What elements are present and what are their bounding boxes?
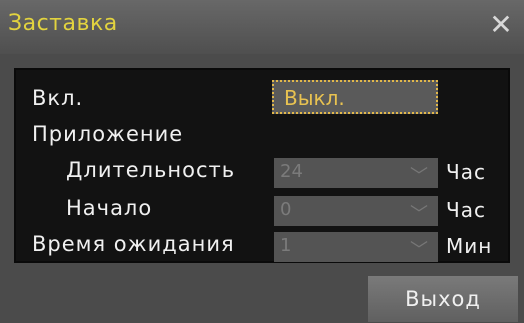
start-label: Начало xyxy=(66,196,153,220)
chevron-down-icon: ﹀ xyxy=(410,204,428,225)
application-label: Приложение xyxy=(32,122,184,146)
duration-unit: Час xyxy=(446,160,486,184)
timeout-label: Время ожидания xyxy=(32,232,235,256)
duration-dropdown[interactable]: 24 ﹀ xyxy=(274,158,438,188)
close-icon[interactable]: ✕ xyxy=(486,10,516,40)
timeout-dropdown[interactable]: 1 ﹀ xyxy=(274,232,438,262)
duration-value: 24 xyxy=(280,161,303,182)
chevron-down-icon: ﹀ xyxy=(410,240,428,261)
start-value: 0 xyxy=(280,199,292,220)
title-bar: Заставка ✕ xyxy=(0,0,524,54)
start-dropdown[interactable]: 0 ﹀ xyxy=(274,196,438,226)
window-title: Заставка xyxy=(8,11,118,36)
chevron-down-icon: ﹀ xyxy=(410,166,428,187)
enable-label: Вкл. xyxy=(32,86,84,110)
enable-select[interactable]: Выкл. xyxy=(272,80,438,114)
start-unit: Час xyxy=(446,198,486,222)
duration-label: Длительность xyxy=(66,158,236,182)
timeout-unit: Мин xyxy=(446,234,493,258)
timeout-value: 1 xyxy=(280,235,292,256)
exit-button[interactable]: Выход xyxy=(368,276,518,322)
